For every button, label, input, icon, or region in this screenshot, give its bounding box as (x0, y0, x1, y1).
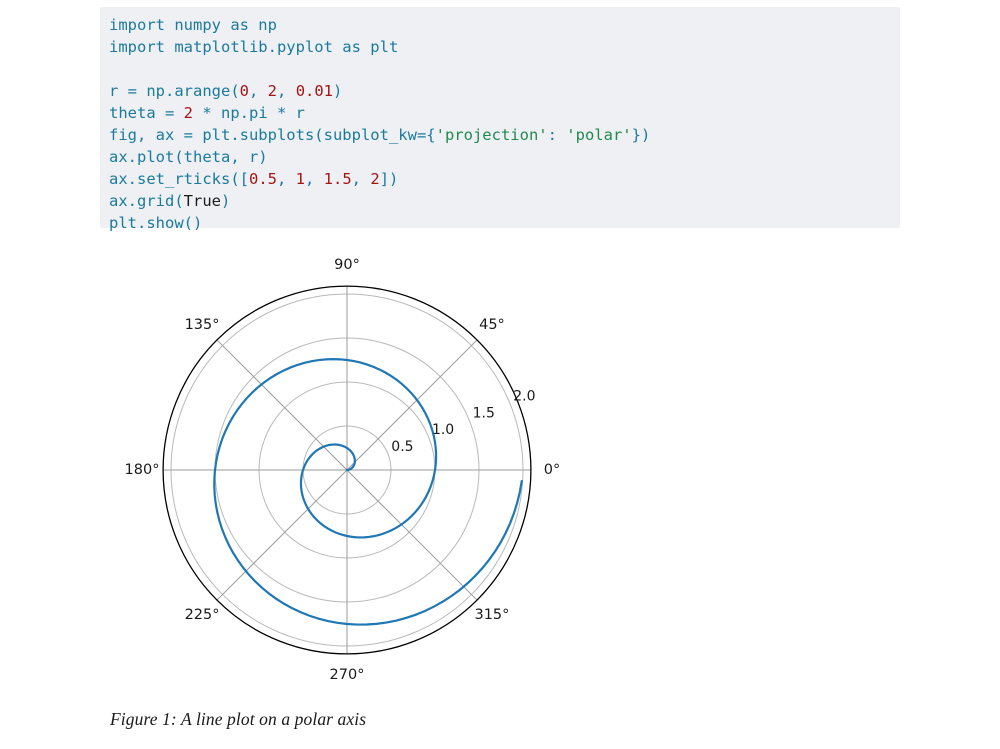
r-tick-label: 2.0 (513, 389, 535, 405)
code-line: r = np.arange(0, 2, 0.01) (109, 80, 890, 102)
code-token-base: : (548, 126, 567, 144)
code-line: plt.show() (109, 212, 890, 234)
code-line: theta = 2 * np.pi * r (109, 102, 890, 124)
code-token-base: r = np.arange( (109, 82, 240, 100)
polar-figure: 0° 45° 90° 135° 180° 225° 270° 315° 0.5 1.0 1.5 2.0 (100, 246, 620, 704)
r-tick-label: 0.5 (391, 439, 413, 455)
code-line: import matplotlib.pyplot as plt (109, 36, 890, 58)
code-token-base: ax.grid( (109, 192, 184, 210)
code-token-string: 'polar' (566, 126, 631, 144)
code-token-base: , (277, 170, 296, 188)
python-code-block: import numpy as np import matplotlib.pypl… (100, 7, 900, 228)
code-token-base: plt.show() (109, 214, 202, 232)
theta-tick-label: 270° (330, 667, 365, 683)
code-token-base: ) (333, 82, 342, 100)
theta-gridline (217, 470, 347, 600)
code-token-base: ]) (380, 170, 399, 188)
code-token-number: 0 (240, 82, 249, 100)
r-tick-label: 1.5 (473, 405, 495, 421)
code-line: ax.plot(theta, r) (109, 146, 890, 168)
code-token-base: theta = (109, 104, 184, 122)
code-token-number: 1 (296, 170, 305, 188)
code-token-base: fig, ax = plt.subplots(subplot_kw={ (109, 126, 436, 144)
spiral-line (214, 359, 521, 624)
polar-chart: 0° 45° 90° 135° 180° 225° 270° 315° 0.5 1.0 1.5 2.0 (100, 246, 620, 704)
code-token-base: , (277, 82, 296, 100)
code-token-number: 2 (370, 170, 379, 188)
code-token-base: , (352, 170, 371, 188)
theta-tick-label: 180° (125, 462, 160, 478)
code-token-base: }) (632, 126, 651, 144)
code-token-bool: True (184, 192, 221, 210)
r-tick-label: 1.0 (432, 422, 454, 438)
code-token-string: 'projection' (436, 126, 548, 144)
code-token-base: import numpy as np (109, 16, 277, 34)
code-token-number: 2 (184, 104, 193, 122)
code-token-number: 0.5 (249, 170, 277, 188)
code-token-base: ax.plot(theta, r) (109, 148, 268, 166)
code-line: fig, ax = plt.subplots(subplot_kw={'proj… (109, 124, 890, 146)
theta-tick-label: 135° (185, 317, 220, 333)
code-token-base: * np.pi * r (193, 104, 305, 122)
theta-tick-label: 90° (334, 257, 360, 273)
code-line: ax.set_rticks([0.5, 1, 1.5, 2]) (109, 168, 890, 190)
figure-caption: Figure 1: A line plot on a polar axis (110, 709, 366, 730)
code-token-base: , (305, 170, 324, 188)
theta-tick-label: 0° (544, 462, 560, 478)
code-line: ax.grid(True) (109, 190, 890, 212)
theta-tick-label: 225° (185, 607, 220, 623)
code-token-base: ) (221, 192, 230, 210)
code-token-number: 2 (268, 82, 277, 100)
code-token-base: , (249, 82, 268, 100)
theta-tick-label: 315° (474, 607, 509, 623)
theta-gridline (347, 470, 477, 600)
code-line (109, 58, 890, 80)
code-line: import numpy as np (109, 14, 890, 36)
code-token-base: import matplotlib.pyplot as plt (109, 38, 398, 56)
code-token-base: ax.set_rticks([ (109, 170, 249, 188)
code-token-number: 1.5 (324, 170, 352, 188)
code-token-number: 0.01 (296, 82, 333, 100)
theta-tick-label: 45° (479, 317, 505, 333)
document-page: { "page": { "background": "#ffffff" }, "… (0, 0, 1000, 749)
